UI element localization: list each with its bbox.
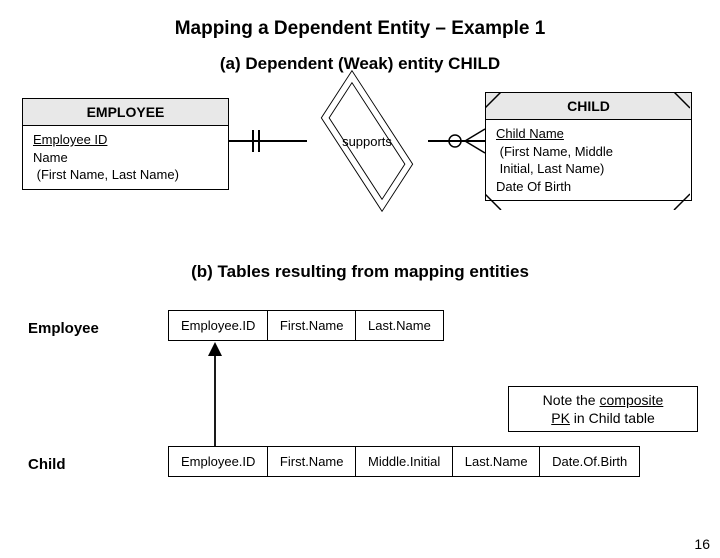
table-label-employee: Employee	[28, 320, 99, 337]
note-text-2: composite	[600, 392, 664, 408]
table-employee: Employee.ID First.Name Last.Name	[168, 310, 444, 341]
note-composite-pk: Note the composite PK in Child table	[508, 386, 698, 432]
col-emp-id: Employee.ID	[168, 310, 268, 341]
crowfoot-icon	[445, 126, 487, 156]
note-text-3: PK	[551, 410, 570, 426]
attr-employee-name: Name	[33, 149, 218, 167]
cardinality-bar-2	[258, 130, 260, 152]
col-child-firstname: First.Name	[267, 446, 357, 477]
col-emp-lastname: Last.Name	[355, 310, 444, 341]
weak-entity-corner-icon	[485, 92, 690, 210]
fk-arrow-icon	[205, 342, 225, 446]
entity-employee: EMPLOYEE Employee ID Name (First Name, L…	[22, 98, 229, 190]
er-diagram: EMPLOYEE Employee ID Name (First Name, L…	[0, 88, 720, 258]
col-emp-firstname: First.Name	[267, 310, 357, 341]
relationship-supports: supports	[312, 113, 422, 169]
col-child-dob: Date.Of.Birth	[539, 446, 640, 477]
col-child-middle: Middle.Initial	[355, 446, 453, 477]
relationship-label: supports	[312, 113, 422, 169]
entity-employee-header: EMPLOYEE	[23, 99, 228, 126]
cardinality-bar-1	[252, 130, 254, 152]
table-child: Employee.ID First.Name Middle.Initial La…	[168, 446, 640, 477]
subtitle-a: (a) Dependent (Weak) entity CHILD	[0, 54, 720, 74]
table-label-child: Child	[28, 456, 66, 473]
entity-employee-attrs: Employee ID Name (First Name, Last Name)	[23, 126, 228, 189]
tables-area: Employee Employee.ID First.Name Last.Nam…	[0, 298, 720, 508]
page-title: Mapping a Dependent Entity – Example 1	[0, 18, 720, 40]
subtitle-b: (b) Tables resulting from mapping entiti…	[0, 262, 720, 282]
note-text-4: in Child table	[570, 410, 655, 426]
col-child-empid: Employee.ID	[168, 446, 268, 477]
col-child-lastname: Last.Name	[452, 446, 541, 477]
attr-employee-id: Employee ID	[33, 131, 218, 149]
connector-left	[229, 140, 307, 142]
page-number: 16	[694, 536, 710, 552]
note-text-1: Note the	[543, 392, 600, 408]
attr-employee-name-parts: (First Name, Last Name)	[33, 166, 218, 184]
